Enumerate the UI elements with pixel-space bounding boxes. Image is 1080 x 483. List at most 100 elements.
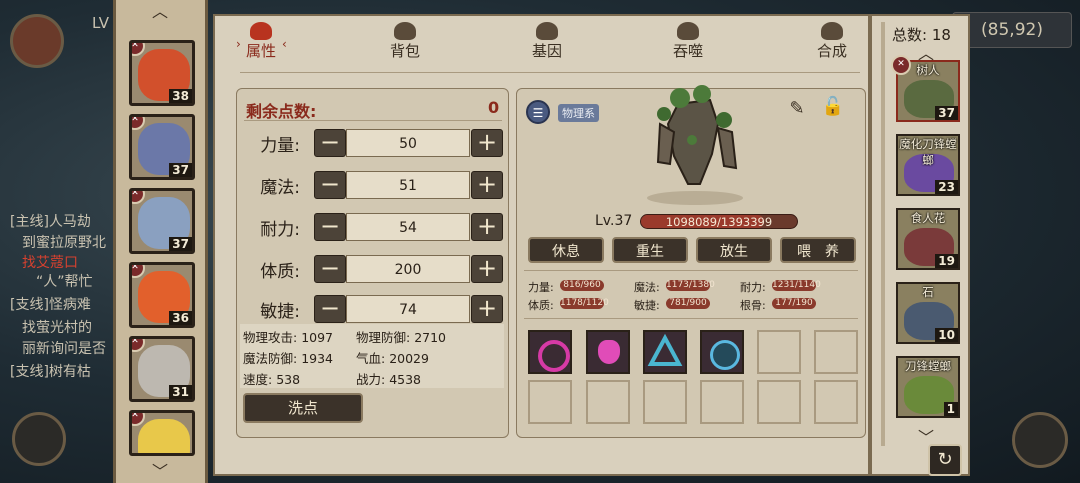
cyan-triangle-skill-icon[interactable] xyxy=(643,330,687,374)
monster-slot-1[interactable]: 魔化刀锋螳螂 23 xyxy=(896,134,960,196)
pet-attr-label: 魔法: xyxy=(634,281,660,294)
empty-skill-slot[interactable] xyxy=(757,330,801,374)
agility-minus-button[interactable]: − xyxy=(314,295,346,323)
portrait-slot-2[interactable]: ✕ 37 xyxy=(129,188,195,254)
tab-attributes[interactable]: 属性 xyxy=(216,14,306,72)
magic-plus-button[interactable]: + xyxy=(471,171,503,199)
tab-backpack[interactable]: 背包 xyxy=(360,14,450,72)
remaining-points-label: 剩余点数: xyxy=(246,102,317,121)
quest-line-0: [主线]人马劫 xyxy=(10,214,91,230)
monster-level: 37 xyxy=(935,106,958,120)
empty-skill-slot[interactable] xyxy=(814,330,858,374)
stat-label-agility: 敏捷: xyxy=(260,302,300,322)
derived-stat: 物理攻击: 1097 xyxy=(243,330,334,345)
list-icon[interactable]: ☰ xyxy=(526,100,550,124)
empty-skill-slot[interactable] xyxy=(528,380,572,424)
stat-label-endurance: 耐力: xyxy=(260,220,300,240)
portrait-slot-1[interactable]: ✕ 37 xyxy=(129,114,195,180)
pink-spirit-skill-icon[interactable] xyxy=(586,330,630,374)
strength-plus-button[interactable]: + xyxy=(471,129,503,157)
monster-level: 19 xyxy=(935,254,958,268)
lock-icon[interactable]: 🔓 xyxy=(820,96,846,122)
monster-slot-0[interactable]: 树人 ✕ 37 xyxy=(891,55,960,122)
monster-slot-4[interactable]: 刀锋螳螂 1 xyxy=(896,356,960,418)
tab-synthesis[interactable]: 合成 xyxy=(787,14,877,72)
pet-attr-bar: 781/900 xyxy=(666,298,710,309)
tab-label: 属性 xyxy=(245,42,276,60)
reset-points-button[interactable]: 洗点 xyxy=(243,393,363,423)
empty-skill-slot[interactable] xyxy=(643,380,687,424)
tab-active-left-marker: › xyxy=(236,37,241,51)
empty-skill-slot[interactable] xyxy=(757,380,801,424)
constitution-minus-button[interactable]: − xyxy=(314,255,346,283)
pet-attr-bar: 816/960 xyxy=(560,280,604,291)
bag-icon xyxy=(394,22,416,40)
tab-gene[interactable]: 基因 xyxy=(502,14,592,72)
monster-name: 石 xyxy=(922,285,934,299)
pet-attr-bar: 1231/1140 xyxy=(772,280,821,291)
monster-slot-3[interactable]: 石 10 xyxy=(896,282,960,344)
synthesis-icon xyxy=(821,22,843,40)
pin-icon[interactable]: ✕ xyxy=(132,191,145,204)
flame-icon xyxy=(250,22,272,40)
quest-line-1: 到蜜拉原野北 xyxy=(22,235,106,251)
pin-icon[interactable]: ✕ xyxy=(132,413,145,426)
pet-attr-bar: 177/190 xyxy=(772,298,816,309)
portrait-slot-3[interactable]: ✕ 36 xyxy=(129,262,195,328)
portrait-slot-5[interactable]: ✕ xyxy=(129,410,195,456)
pin-icon[interactable]: ✕ xyxy=(132,43,145,56)
pin-icon[interactable]: ✕ xyxy=(891,55,911,75)
agility-plus-button[interactable]: + xyxy=(471,295,503,323)
monster-name: 食人花 xyxy=(910,211,946,225)
pink-spiral-skill-icon[interactable] xyxy=(528,330,572,374)
pet-attr-bar: 1178/1120 xyxy=(560,298,609,309)
monster-name: 刀锋螳螂 xyxy=(905,359,951,373)
chevron-up-icon[interactable]: ︿ xyxy=(140,0,180,22)
empty-skill-slot[interactable] xyxy=(586,380,630,424)
monster-name: 魔化刀锋螳螂 xyxy=(899,137,957,167)
empty-skill-slot[interactable] xyxy=(700,380,744,424)
release-button[interactable]: 放生 xyxy=(696,237,772,263)
pin-icon[interactable]: ✕ xyxy=(132,117,145,130)
monster-level: 23 xyxy=(935,180,958,194)
return-arrow-icon[interactable]: ↻ xyxy=(928,444,962,476)
pet-hp-bar: 1098089/1393399 xyxy=(640,214,798,229)
home-button[interactable] xyxy=(1012,412,1068,468)
portrait-level: 36 xyxy=(169,311,192,325)
strength-minus-button[interactable]: − xyxy=(314,129,346,157)
pin-icon[interactable]: ✕ xyxy=(132,339,145,352)
tab-label: 背包 xyxy=(389,42,420,60)
pin-icon[interactable]: ✕ xyxy=(132,265,145,278)
portrait-slot-0[interactable]: ✕ 38 xyxy=(129,40,195,106)
feed-button[interactable]: 喂 养 xyxy=(780,237,856,263)
divider xyxy=(524,270,858,271)
chevron-down-icon[interactable]: ﹀ xyxy=(140,458,180,482)
rest-button[interactable]: 休息 xyxy=(528,237,604,263)
cyan-orb-skill-icon[interactable] xyxy=(700,330,744,374)
constitution-value: 200 xyxy=(346,255,470,283)
endurance-plus-button[interactable]: + xyxy=(471,213,503,241)
portrait-level: 37 xyxy=(169,163,192,177)
chat-button[interactable] xyxy=(12,412,66,466)
rebirth-button[interactable]: 重生 xyxy=(612,237,688,263)
magic-minus-button[interactable]: − xyxy=(314,171,346,199)
tab-divider xyxy=(240,72,860,73)
empty-skill-slot[interactable] xyxy=(814,380,858,424)
tab-devour[interactable]: 吞噬 xyxy=(643,14,733,72)
map-coordinate: (85,92) xyxy=(952,12,1072,48)
tab-active-right-marker: ‹ xyxy=(282,37,287,51)
quill-icon[interactable]: ✎ xyxy=(785,98,809,122)
derived-stat: 魔法防御: 1934 xyxy=(243,351,334,366)
quest-line-3: “人”帮忙 xyxy=(36,274,93,290)
constitution-plus-button[interactable]: + xyxy=(471,255,503,283)
monster-slot-2[interactable]: 食人花 19 xyxy=(896,208,960,270)
derived-stat: 物理防御: 2710 xyxy=(356,330,447,345)
portrait-slot-4[interactable]: ✕ 31 xyxy=(129,336,195,402)
quest-line-6: 丽新询问是否 xyxy=(22,341,106,357)
quest-log[interactable]: [主线]人马劫 到蜜拉原野北 找艾蔻口 “人”帮忙 [支线]怪病难 找萤光村的 … xyxy=(10,212,120,384)
player-avatar[interactable] xyxy=(10,14,64,68)
stat-label-magic: 魔法: xyxy=(260,178,300,198)
devour-icon xyxy=(677,22,699,40)
scroll-track[interactable] xyxy=(881,22,885,446)
endurance-minus-button[interactable]: − xyxy=(314,213,346,241)
